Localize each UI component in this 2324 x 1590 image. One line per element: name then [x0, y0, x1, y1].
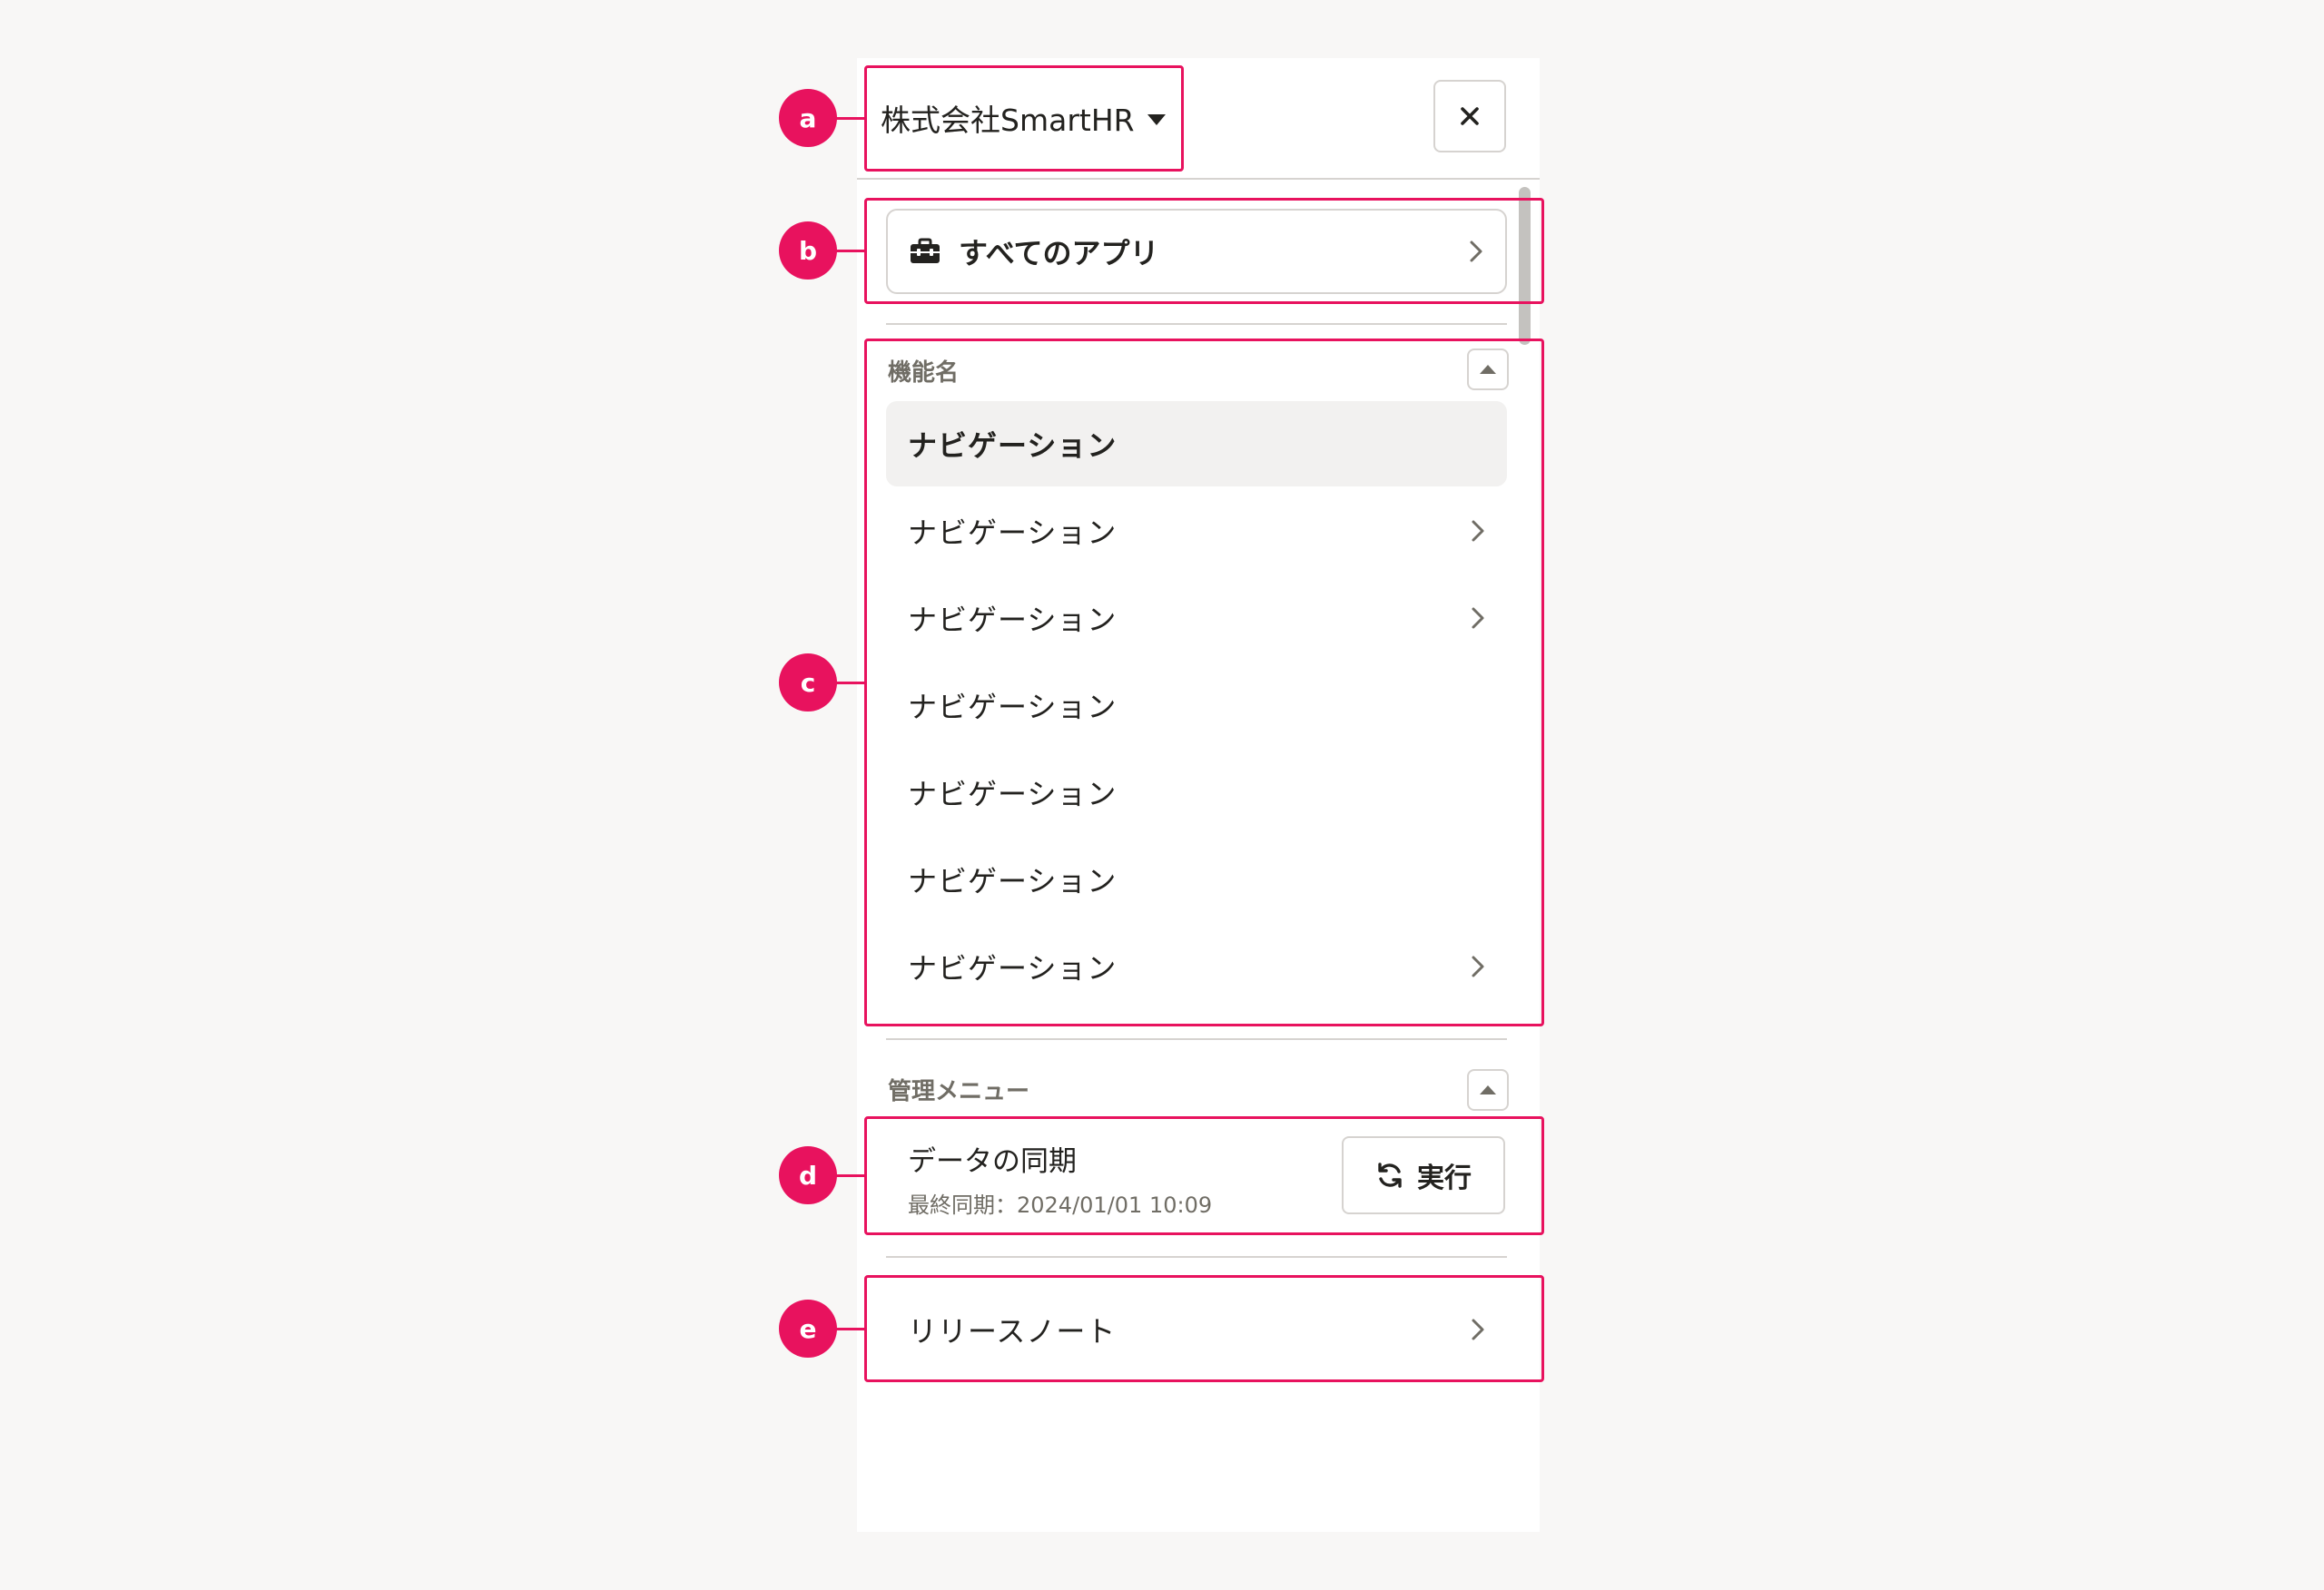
header-divider — [857, 178, 1540, 180]
annotation-marker-c: c — [779, 653, 837, 712]
annotation-connector — [834, 1328, 865, 1330]
admin-group-collapse-button[interactable] — [1467, 1069, 1509, 1111]
annotation-box-a — [864, 65, 1184, 172]
admin-group-title: 管理メニュー — [888, 1078, 1030, 1105]
annotation-marker-e: e — [779, 1300, 837, 1358]
annotation-box-e — [864, 1275, 1544, 1382]
annotation-connector — [834, 250, 865, 252]
divider — [886, 1038, 1507, 1040]
annotation-marker-b: b — [779, 221, 837, 280]
close-icon — [1461, 107, 1479, 125]
annotation-connector — [834, 117, 865, 120]
close-button[interactable] — [1433, 80, 1506, 152]
annotation-box-b — [864, 198, 1544, 304]
divider — [886, 323, 1507, 325]
divider — [886, 1256, 1507, 1258]
annotation-connector — [834, 1174, 865, 1177]
annotation-box-c — [864, 339, 1544, 1026]
annotation-marker-d: d — [779, 1146, 837, 1204]
caret-up-icon — [1480, 1085, 1496, 1094]
annotation-marker-a: a — [779, 89, 837, 147]
annotation-box-d — [864, 1116, 1544, 1235]
annotation-connector — [834, 682, 865, 684]
